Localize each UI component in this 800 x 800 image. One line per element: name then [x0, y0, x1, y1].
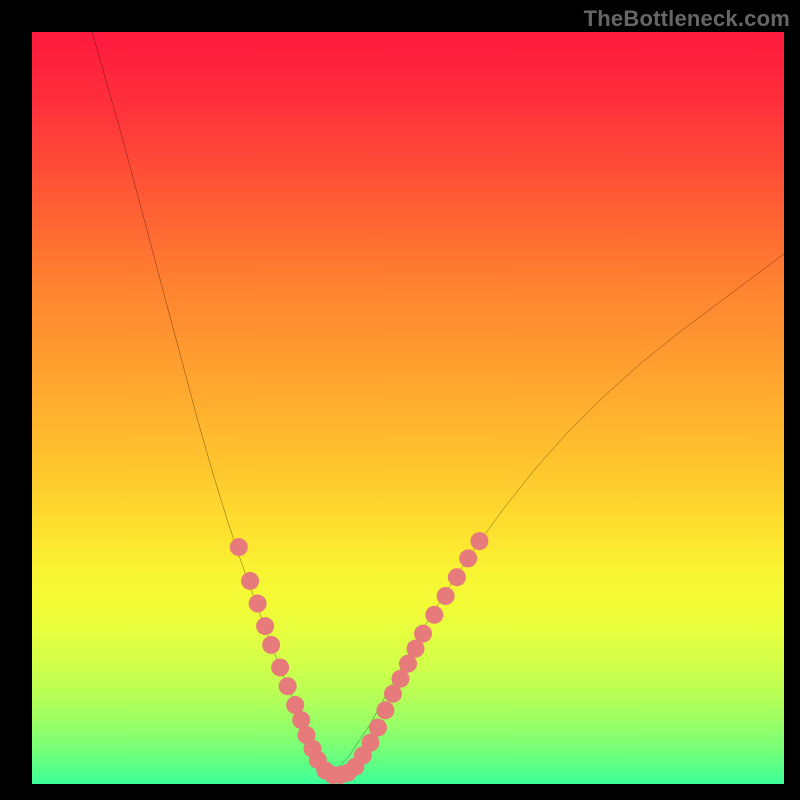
marker-dot	[376, 701, 394, 719]
marker-dot	[262, 636, 280, 654]
plot-area	[32, 32, 784, 784]
marker-dot	[437, 587, 455, 605]
marker-dot	[256, 617, 274, 635]
marker-dot	[249, 595, 267, 613]
marker-dot	[271, 658, 289, 676]
chart-frame: TheBottleneck.com	[0, 0, 800, 800]
marker-dot	[414, 625, 432, 643]
watermark-text: TheBottleneck.com	[584, 6, 790, 32]
marker-dot	[459, 549, 477, 567]
marker-dot	[425, 606, 443, 624]
marker-dot	[470, 532, 488, 550]
curve-overlay	[32, 32, 784, 784]
marker-group	[230, 532, 489, 784]
marker-dot	[230, 538, 248, 556]
marker-dot	[448, 568, 466, 586]
marker-dot	[241, 572, 259, 590]
curve-left-branch	[92, 32, 329, 776]
marker-dot	[279, 677, 297, 695]
marker-dot	[369, 719, 387, 737]
